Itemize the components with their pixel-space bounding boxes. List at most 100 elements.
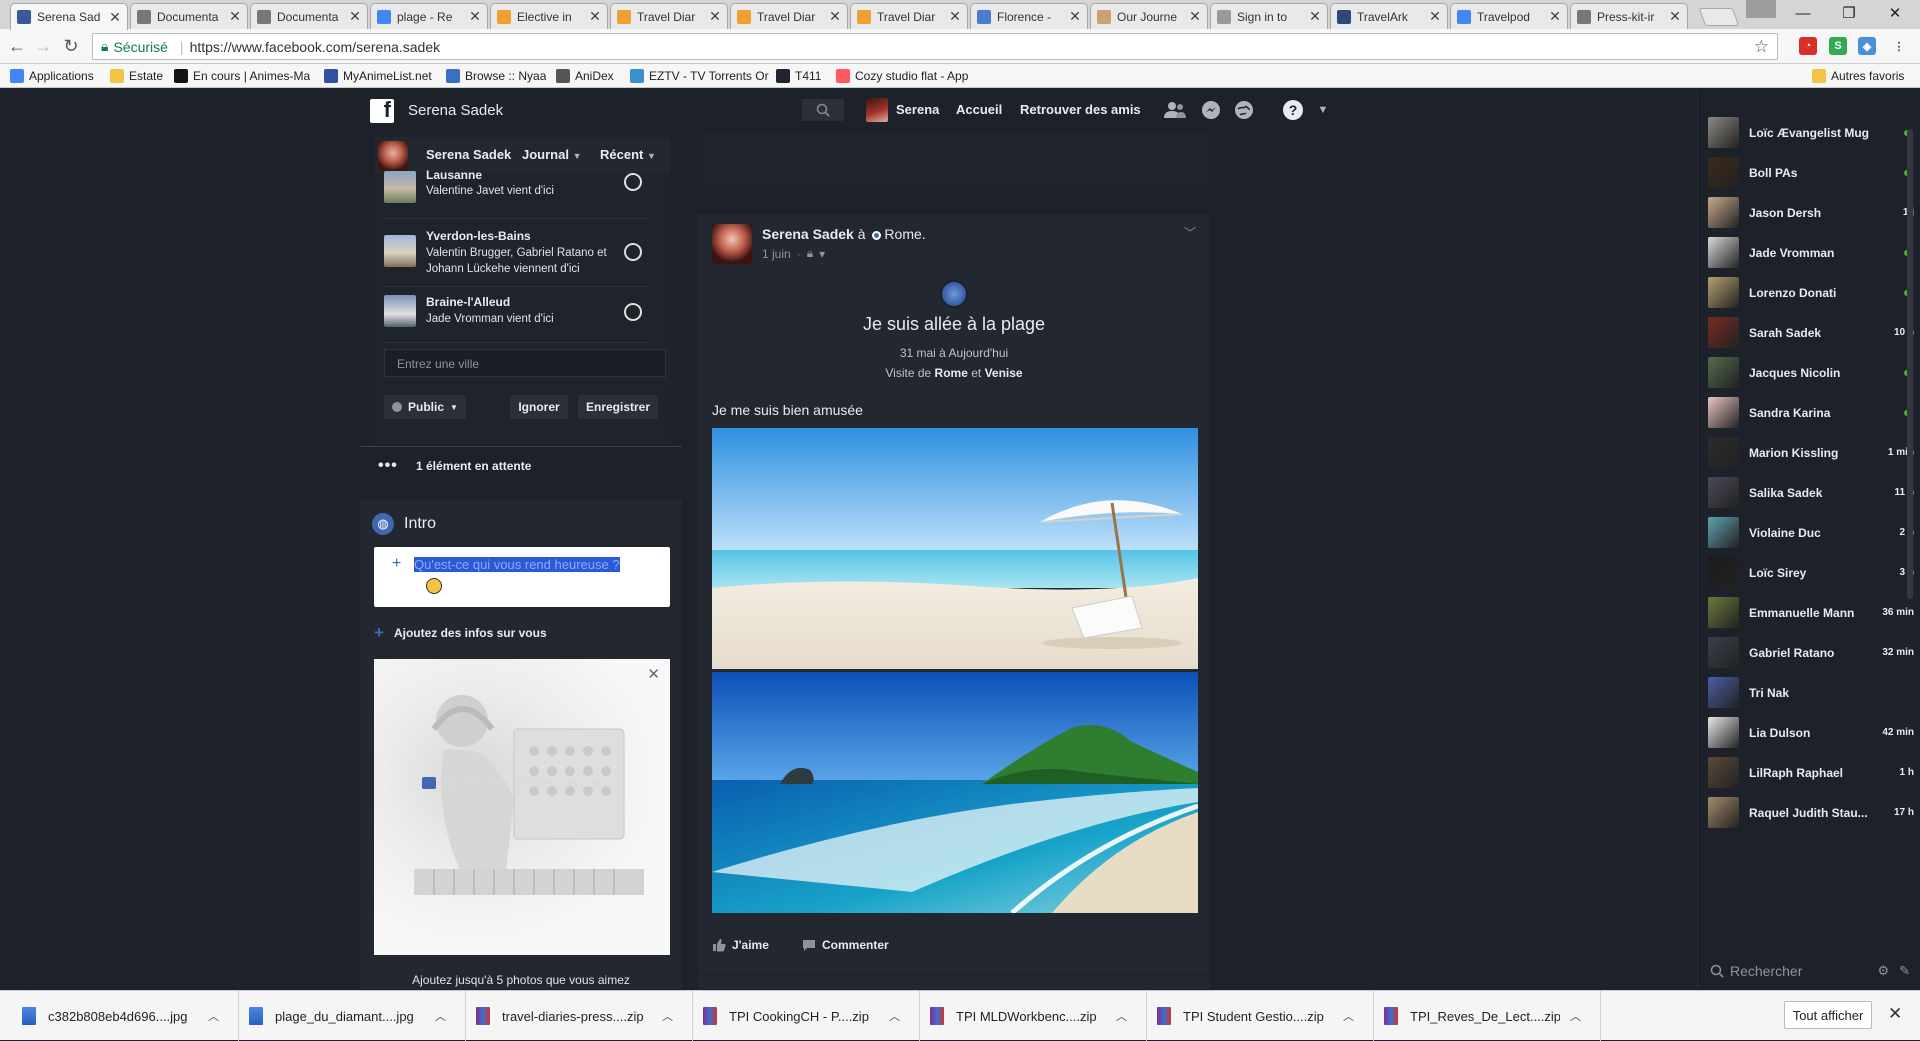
chat-friend[interactable]: Sandra Karina (1708, 397, 1914, 431)
chat-friend[interactable]: Gabriel Ratano 32 min (1708, 637, 1914, 671)
bookmark-item[interactable]: T411 (776, 68, 821, 84)
other-bookmarks[interactable]: Autres favoris (1812, 68, 1904, 84)
close-tab-icon[interactable]: ✕ (949, 8, 961, 25)
messenger-icon[interactable] (1200, 99, 1222, 121)
close-tab-icon[interactable]: ✕ (229, 8, 241, 25)
tab[interactable]: Documenta ✕ (130, 3, 248, 29)
bookmark-item[interactable]: Applications (10, 68, 94, 84)
download-item[interactable]: plage_du_diamant....jpg ︿ (239, 991, 466, 1041)
chat-friend[interactable]: Emmanuelle Mann 36 min (1708, 597, 1914, 631)
header-home-link[interactable]: Accueil (956, 102, 1002, 117)
pending-items-row[interactable]: ••• 1 élément en attente (360, 446, 682, 484)
close-window-icon[interactable]: ✕ (1872, 0, 1918, 26)
close-tab-icon[interactable]: ✕ (1669, 8, 1681, 25)
chevron-up-icon[interactable]: ︿ (1116, 1008, 1127, 1024)
post-photo[interactable] (712, 428, 1198, 669)
close-tab-icon[interactable]: ✕ (469, 8, 481, 25)
chat-friend[interactable]: Lia Dulson 42 min (1708, 717, 1914, 751)
close-tab-icon[interactable]: ✕ (709, 8, 721, 25)
privacy-selector[interactable]: Public ▼ (384, 395, 466, 419)
profile-button[interactable] (1746, 0, 1776, 18)
tab[interactable]: Our Journe ✕ (1090, 3, 1208, 29)
close-tab-icon[interactable]: ✕ (349, 8, 361, 25)
chevron-down-icon[interactable]: ▾ (819, 247, 825, 261)
tab[interactable]: Serena Sad ✕ (10, 3, 128, 30)
post-photo[interactable] (712, 672, 1198, 913)
post-place[interactable]: Rome. (884, 226, 925, 242)
chevron-up-icon[interactable]: ︿ (435, 1008, 446, 1024)
place-radio[interactable] (624, 303, 642, 321)
chat-friend[interactable]: Raquel Judith Stau... 17 h (1708, 797, 1914, 831)
close-tab-icon[interactable]: ✕ (1429, 8, 1441, 25)
close-tab-icon[interactable]: ✕ (1309, 8, 1321, 25)
city-input[interactable]: Entrez une ville (384, 349, 666, 377)
chat-friend[interactable]: Tri Nak (1708, 677, 1914, 711)
download-item[interactable]: TPI MLDWorkbenc....zip ︿ (920, 991, 1147, 1041)
url-text[interactable]: https://www.facebook.com/serena.sadek (190, 39, 441, 55)
save-button[interactable]: Enregistrer (578, 395, 658, 419)
back-icon[interactable]: ← (6, 35, 28, 57)
tab[interactable]: Press-kit-ir ✕ (1570, 3, 1688, 29)
visit-city[interactable]: Rome (935, 366, 968, 380)
chevron-up-icon[interactable]: ︿ (889, 1008, 900, 1024)
bookmark-item[interactable]: Browse :: Nyaa (446, 68, 546, 84)
close-tab-icon[interactable]: ✕ (1549, 8, 1561, 25)
post-author[interactable]: Serena Sadek (762, 226, 854, 242)
bookmark-item[interactable]: AniDex (556, 68, 614, 84)
tab[interactable]: Elective in ✕ (490, 3, 608, 29)
download-item[interactable]: travel-diaries-press....zip ︿ (466, 991, 693, 1041)
maximize-icon[interactable]: ❐ (1826, 0, 1872, 26)
chat-friend[interactable]: Loïc Ævangelist Mugny (1708, 117, 1914, 151)
reload-icon[interactable]: ↻ (60, 35, 82, 57)
tab[interactable]: TravelArk ✕ (1330, 3, 1448, 29)
address-bar[interactable]: 🔒︎ Sécurisé | https://www.facebook.com/s… (92, 33, 1778, 60)
notifications-globe-icon[interactable] (1233, 99, 1255, 121)
header-find-friends-link[interactable]: Retrouver des amis (1020, 102, 1141, 117)
close-tab-icon[interactable]: ✕ (1069, 8, 1081, 25)
new-tab-button[interactable] (1698, 8, 1740, 26)
bookmark-item[interactable]: Cozy studio flat - App (836, 68, 968, 84)
chat-search[interactable]: Rechercher ⚙ ✎ (1710, 963, 1910, 979)
comment-button[interactable]: Commenter (802, 938, 889, 952)
bookmark-item[interactable]: En cours | Animes-Ma (174, 68, 310, 84)
add-photos-hint[interactable]: Ajoutez des photos à la une (422, 775, 602, 790)
help-icon[interactable]: ? (1282, 99, 1304, 121)
place-radio[interactable] (624, 243, 642, 261)
ignore-button[interactable]: Ignorer (510, 395, 568, 419)
forward-icon[interactable]: → (32, 35, 54, 57)
tab[interactable]: plage - Re ✕ (370, 3, 488, 29)
chevron-up-icon[interactable]: ︿ (662, 1008, 673, 1024)
like-button[interactable]: J'aime (712, 938, 769, 952)
extension-icon[interactable]: S (1829, 37, 1847, 55)
show-all-downloads-button[interactable]: Tout afficher (1784, 1001, 1872, 1029)
friend-requests-icon[interactable] (1164, 99, 1186, 121)
download-item[interactable]: TPI_Reves_De_Lect....zip ︿ (1374, 991, 1601, 1041)
bookmark-item[interactable]: MyAnimeList.net (324, 68, 432, 84)
account-menu-chevron-icon[interactable]: ▼ (1312, 99, 1334, 121)
avatar[interactable] (866, 98, 888, 122)
visit-city[interactable]: Venise (985, 366, 1023, 380)
smiley-emoji-icon[interactable] (426, 578, 442, 594)
chat-friend[interactable]: Jacques Nicolin (1708, 357, 1914, 391)
extension-icon[interactable]: ◔ (1799, 37, 1817, 55)
minimize-icon[interactable]: — (1780, 0, 1826, 26)
chat-friend[interactable]: Violaine Duc2 h (1708, 517, 1914, 551)
chat-friend[interactable]: Loïc Sirey3 h (1708, 557, 1914, 591)
featured-photos-box[interactable]: ✕ Ajoutez des photos à la une (374, 659, 670, 955)
download-item[interactable]: c382b808eb4d696....jpg ︿ (12, 991, 239, 1041)
search-icon[interactable] (802, 99, 844, 121)
gear-icon[interactable]: ⚙ (1877, 963, 1889, 979)
download-item[interactable]: TPI Student Gestio....zip ︿ (1147, 991, 1374, 1041)
header-page-name[interactable]: Serena Sadek (408, 102, 503, 119)
header-user-link[interactable]: Serena (896, 102, 939, 117)
menu-icon[interactable]: ⋮ (1890, 37, 1908, 55)
tab[interactable]: Travel Diar ✕ (850, 3, 968, 29)
bookmark-star-icon[interactable]: ☆ (1754, 37, 1769, 57)
chat-friend[interactable]: Lorenzo Donati (1708, 277, 1914, 311)
chat-friend[interactable]: Jade Vromman (1708, 237, 1914, 271)
chat-friend[interactable]: Marion Kissling 1 min (1708, 437, 1914, 471)
close-tab-icon[interactable]: ✕ (589, 8, 601, 25)
close-tab-icon[interactable]: ✕ (829, 8, 841, 25)
chat-friend[interactable]: Boll PAs (1708, 157, 1914, 191)
extension-icon[interactable]: ◈ (1858, 37, 1876, 55)
